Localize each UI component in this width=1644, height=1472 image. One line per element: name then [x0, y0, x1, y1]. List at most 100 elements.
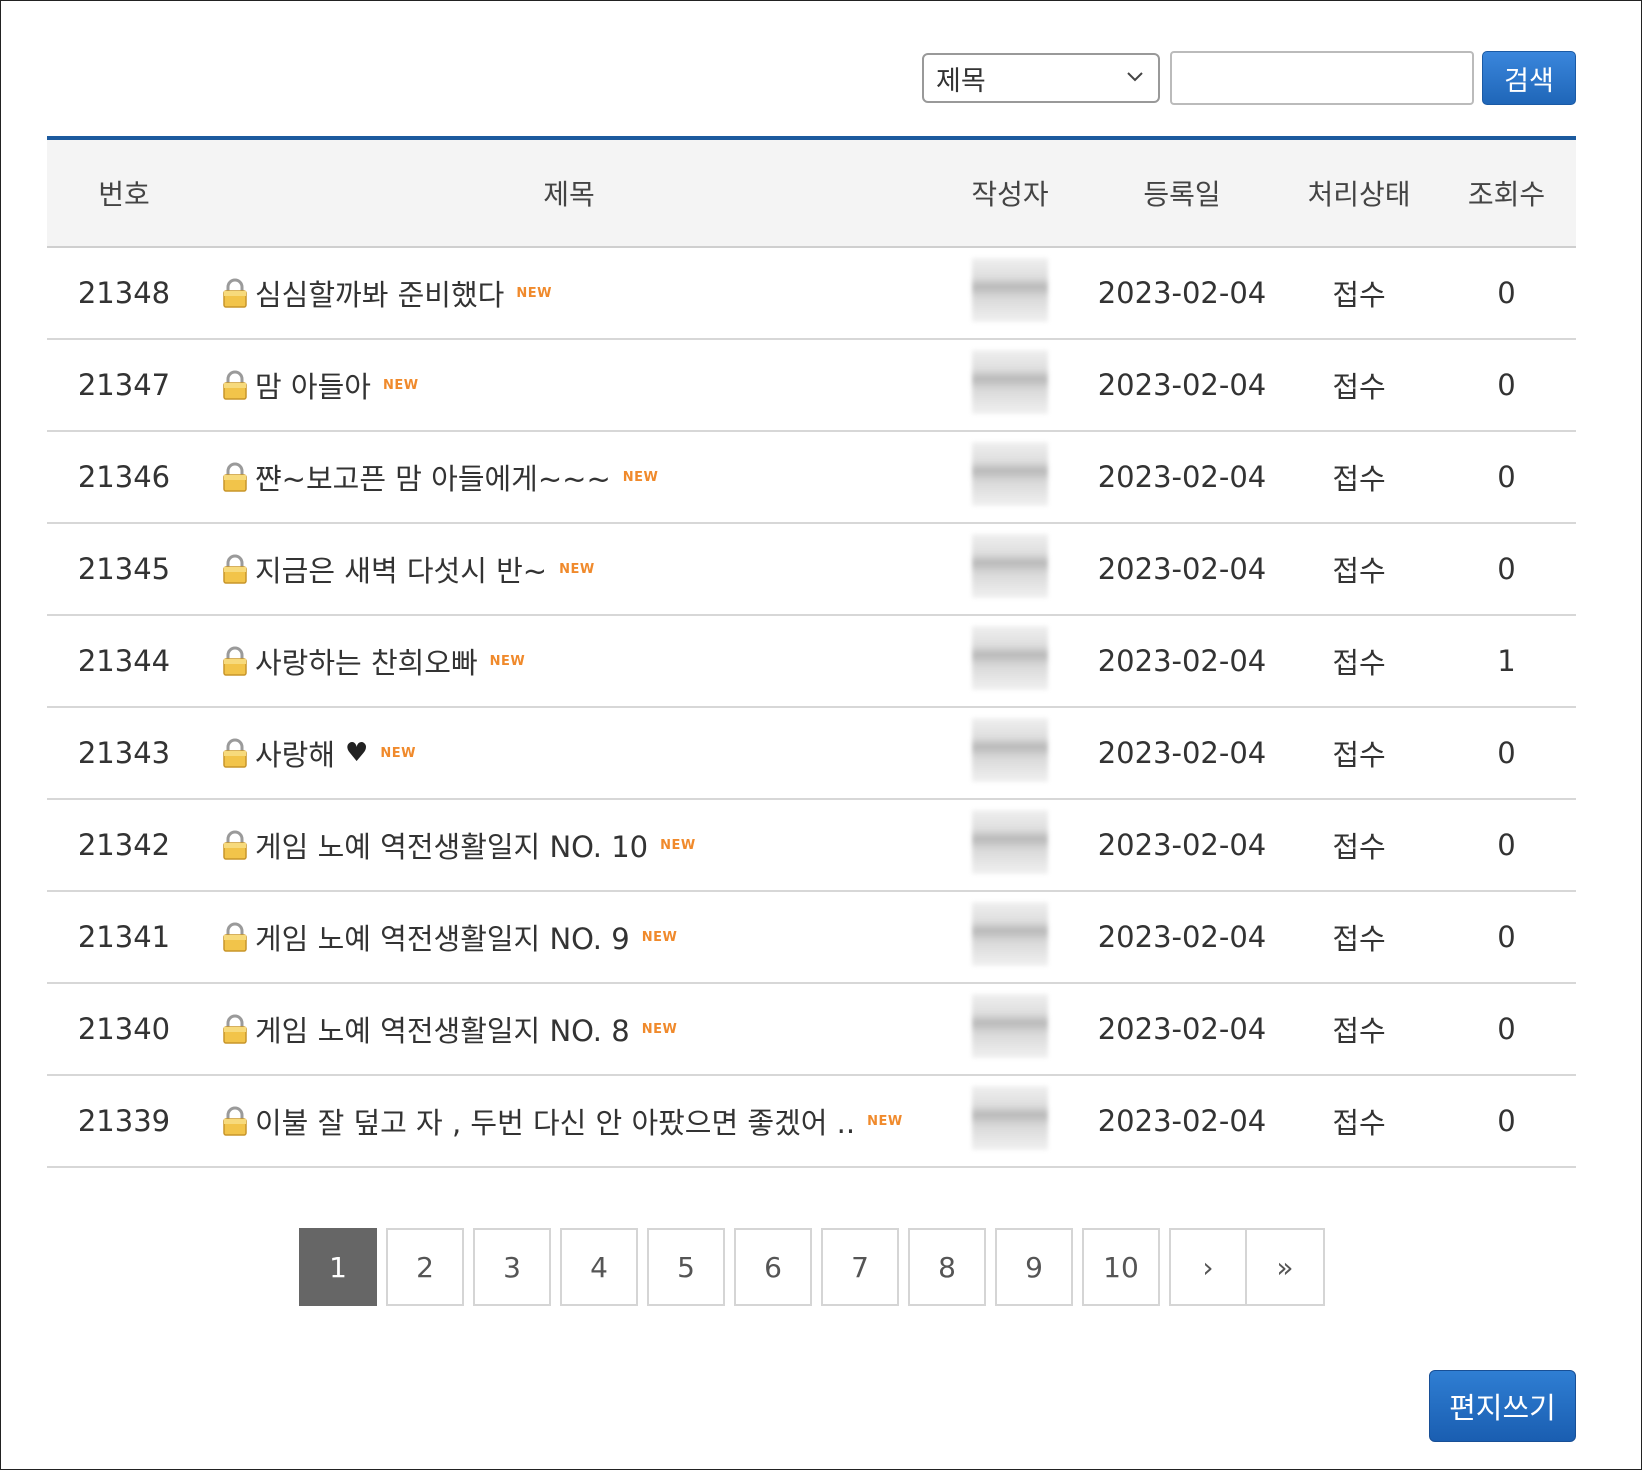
search-field-select[interactable]: 제목: [922, 53, 1160, 103]
row-title-cell[interactable]: 게임 노예 역전생활일지 NO. 8 NEW: [201, 1008, 937, 1050]
table-row[interactable]: 21344 사랑하는 찬희오빠 NEW 2023-02-04 접수 1: [47, 616, 1576, 708]
writer-blurred-image: [972, 717, 1048, 782]
row-title-cell[interactable]: 심심할까봐 준비했다 NEW: [201, 272, 937, 314]
row-title-cell[interactable]: 사랑하는 찬희오빠 NEW: [201, 640, 937, 682]
table-body: 21348 심심할까봐 준비했다 NEW 2023-02-04 접수 0 21347 맘 아들…: [47, 248, 1576, 1168]
row-date: 2023-02-04: [1097, 920, 1267, 954]
row-writer: [937, 625, 1083, 697]
last-page-button[interactable]: »: [1247, 1228, 1325, 1306]
table-row[interactable]: 21343 사랑해 ♥ NEW 2023-02-04 접수 0: [47, 708, 1576, 800]
row-writer: [937, 257, 1083, 329]
header-views: 조회수: [1467, 178, 1546, 211]
table-row[interactable]: 21348 심심할까봐 준비했다 NEW 2023-02-04 접수 0: [47, 248, 1576, 340]
row-title[interactable]: 이불 잘 덮고 자 , 두번 다신 안 아팠으면 좋겠어 ..: [255, 1100, 855, 1142]
pagination: 1 2 3 4 5 6 7 8 9 10 › »: [299, 1228, 1325, 1306]
header-status: 처리상태: [1307, 178, 1411, 211]
row-date: 2023-02-04: [1097, 276, 1267, 310]
lock-icon: [221, 278, 249, 308]
pagination-arrows: › »: [1169, 1228, 1325, 1306]
row-title-cell[interactable]: 지금은 새벽 다섯시 반~ NEW: [201, 548, 937, 590]
row-title-cell[interactable]: 쨘~보고픈 맘 아들에게~~~ NEW: [201, 456, 937, 498]
row-title[interactable]: 쨘~보고픈 맘 아들에게~~~: [255, 456, 611, 498]
writer-blurred-image: [972, 993, 1048, 1058]
row-writer: [937, 349, 1083, 421]
new-badge: NEW: [559, 561, 595, 577]
search-field-selected: 제목: [936, 65, 986, 97]
writer-blurred-image: [972, 1085, 1048, 1150]
new-badge: NEW: [867, 1113, 903, 1129]
row-views: 0: [1497, 368, 1516, 402]
row-views: 0: [1497, 920, 1516, 954]
header-title: 제목: [543, 178, 595, 211]
row-title[interactable]: 지금은 새벽 다섯시 반~: [255, 548, 547, 590]
next-page-button[interactable]: ›: [1169, 1228, 1247, 1306]
lock-icon: [221, 830, 249, 860]
row-title[interactable]: 맘 아들아: [255, 364, 371, 406]
search-input[interactable]: [1170, 51, 1474, 105]
table-row[interactable]: 21340 게임 노예 역전생활일지 NO. 8 NEW 2023-02-04 접수 0: [47, 984, 1576, 1076]
row-title-cell[interactable]: 게임 노예 역전생활일지 NO. 10 NEW: [201, 824, 937, 866]
table-row[interactable]: 21346 쨘~보고픈 맘 아들에게~~~ NEW 2023-02-04 접수 0: [47, 432, 1576, 524]
writer-blurred-image: [972, 257, 1048, 322]
page-link-7[interactable]: 7: [821, 1228, 899, 1306]
row-title[interactable]: 사랑하는 찬희오빠: [255, 640, 478, 682]
row-status: 접수: [1332, 1014, 1386, 1048]
row-title[interactable]: 게임 노예 역전생활일지 NO. 9: [255, 916, 630, 958]
row-date: 2023-02-04: [1097, 368, 1267, 402]
heart-icon: ♥: [345, 738, 369, 768]
new-badge: NEW: [489, 653, 526, 669]
row-title[interactable]: 사랑해: [255, 732, 335, 774]
row-title[interactable]: 게임 노예 역전생활일지 NO. 8: [255, 1008, 630, 1050]
search-button[interactable]: 검색: [1482, 51, 1576, 105]
page-link-9[interactable]: 9: [995, 1228, 1073, 1306]
page-link-10[interactable]: 10: [1082, 1228, 1160, 1306]
chevron-right-icon: ›: [1202, 1250, 1214, 1284]
row-title-cell[interactable]: 사랑해 ♥ NEW: [201, 732, 937, 774]
row-writer: [937, 993, 1083, 1065]
row-title-cell[interactable]: 게임 노예 역전생활일지 NO. 9 NEW: [201, 916, 937, 958]
writer-blurred-image: [972, 441, 1048, 506]
write-letter-button[interactable]: 편지쓰기: [1429, 1370, 1576, 1442]
row-status: 접수: [1332, 738, 1386, 772]
row-status: 접수: [1332, 370, 1386, 404]
row-title[interactable]: 심심할까봐 준비했다: [255, 272, 504, 314]
page-link-5[interactable]: 5: [647, 1228, 725, 1306]
writer-blurred-image: [972, 625, 1048, 690]
table-row[interactable]: 21345 지금은 새벽 다섯시 반~ NEW 2023-02-04 접수 0: [47, 524, 1576, 616]
lock-icon: [221, 922, 249, 952]
page-link-1[interactable]: 1: [299, 1228, 377, 1306]
lock-icon: [221, 1014, 249, 1044]
page-link-3[interactable]: 3: [473, 1228, 551, 1306]
table-row[interactable]: 21347 맘 아들아 NEW 2023-02-04 접수 0: [47, 340, 1576, 432]
row-views: 0: [1497, 460, 1516, 494]
writer-blurred-image: [972, 809, 1048, 874]
header-num: 번호: [98, 178, 150, 211]
row-views: 0: [1497, 552, 1516, 586]
row-views: 0: [1497, 1012, 1516, 1046]
row-date: 2023-02-04: [1097, 460, 1267, 494]
row-title-cell[interactable]: 맘 아들아 NEW: [201, 364, 937, 406]
table-row[interactable]: 21342 게임 노예 역전생활일지 NO. 10 NEW 2023-02-04 접수 0: [47, 800, 1576, 892]
page-list: 1 2 3 4 5 6 7 8 9 10: [299, 1228, 1160, 1306]
row-date: 2023-02-04: [1097, 644, 1267, 678]
row-status: 접수: [1332, 554, 1386, 588]
writer-blurred-image: [972, 533, 1048, 598]
page-link-8[interactable]: 8: [908, 1228, 986, 1306]
double-chevron-right-icon: »: [1276, 1250, 1294, 1284]
row-views: 1: [1497, 644, 1516, 678]
row-date: 2023-02-04: [1097, 828, 1267, 862]
page-link-2[interactable]: 2: [386, 1228, 464, 1306]
table-row[interactable]: 21339 이불 잘 덮고 자 , 두번 다신 안 아팠으면 좋겠어 .. NEW 2…: [47, 1076, 1576, 1168]
new-badge: NEW: [622, 469, 659, 485]
row-title[interactable]: 게임 노예 역전생활일지 NO. 10: [255, 824, 648, 866]
row-date: 2023-02-04: [1097, 552, 1267, 586]
row-status: 접수: [1332, 1106, 1386, 1140]
table-row[interactable]: 21341 게임 노예 역전생활일지 NO. 9 NEW 2023-02-04 접수 0: [47, 892, 1576, 984]
row-num: 21346: [77, 460, 171, 494]
page-link-6[interactable]: 6: [734, 1228, 812, 1306]
page-link-4[interactable]: 4: [560, 1228, 638, 1306]
row-writer: [937, 717, 1083, 789]
row-writer: [937, 441, 1083, 513]
row-views: 0: [1497, 276, 1516, 310]
row-title-cell[interactable]: 이불 잘 덮고 자 , 두번 다신 안 아팠으면 좋겠어 .. NEW: [201, 1100, 937, 1142]
